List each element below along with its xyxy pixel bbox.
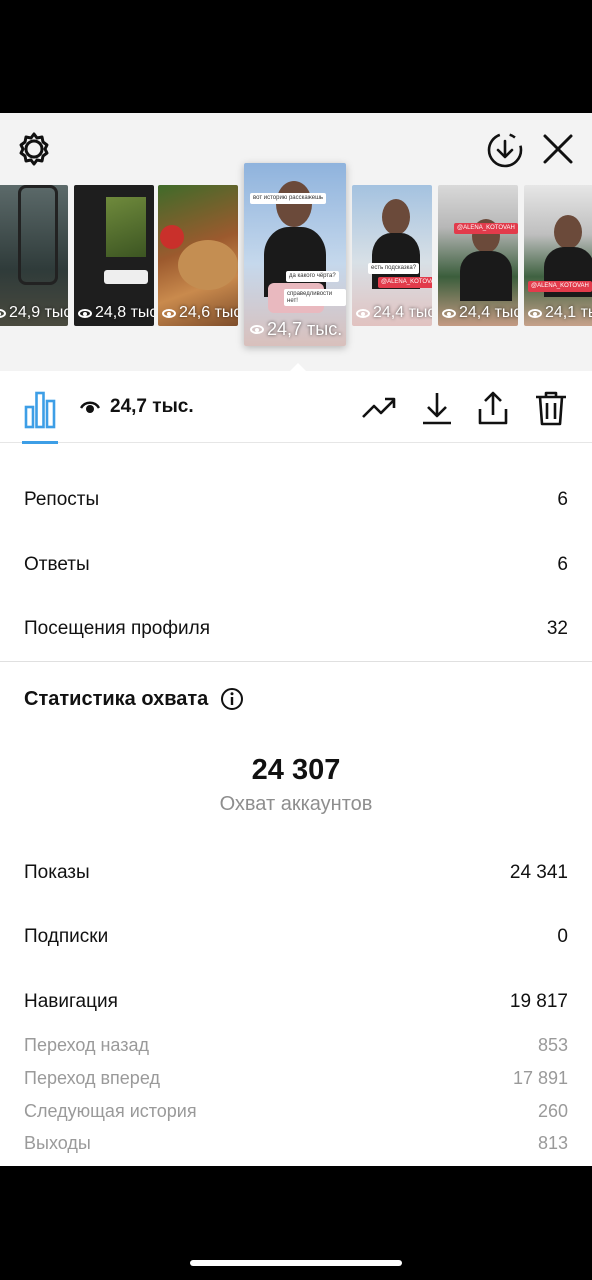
eye-icon: [80, 401, 100, 413]
views-total: 24,7 тыс.: [110, 396, 194, 417]
active-tab-indicator: [22, 441, 58, 444]
story-views: 24,4 тыс.: [442, 304, 518, 322]
story-thumbnails: 24,9 тыс. 24,8 тыс. 24,6 тыс.: [0, 163, 592, 346]
stat-label: Следующая история: [24, 1101, 197, 1121]
stat-value: 260: [537, 1101, 568, 1121]
story-caption: да какого чёрта?: [286, 271, 339, 282]
close-icon: [543, 134, 573, 164]
story-views: 24,4 тыс.: [356, 304, 432, 322]
story-thumbnail[interactable]: 24,6 тыс.: [158, 185, 238, 326]
trash-icon[interactable]: [532, 389, 570, 427]
stat-row-reposts: Репосты 6: [24, 489, 568, 511]
accounts-reached-label: Охват аккаунтов: [219, 793, 373, 815]
stat-value: 6: [557, 554, 568, 575]
active-story-pointer: [286, 363, 310, 375]
stat-label: Переход назад: [24, 1035, 150, 1055]
story-strip: 24,9 тыс. 24,8 тыс. 24,6 тыс.: [0, 113, 592, 375]
stat-value: 32: [546, 618, 568, 639]
stat-label: Показы: [24, 862, 90, 883]
stat-label: Выходы: [24, 1133, 91, 1153]
stat-label: Навигация: [24, 991, 118, 1012]
stat-value: 24 341: [509, 862, 568, 883]
reach-section-title: Статистика охвата: [24, 687, 244, 711]
stat-label: Ответы: [24, 554, 90, 575]
stat-value: 19 817: [509, 991, 568, 1012]
story-caption: есть подсказка?: [368, 263, 420, 274]
stat-value: 813: [537, 1133, 568, 1153]
stat-label: Подписки: [24, 926, 109, 947]
stat-value: 6: [557, 489, 568, 510]
story-caption: вот историю расскажешь: [250, 193, 327, 204]
home-indicator[interactable]: [190, 1260, 402, 1266]
story-thumbnail[interactable]: есть подсказка? @ALENA_KOTOVAH 24,4 тыс.: [352, 185, 432, 326]
story-caption: @ALENA_KOTOVAH: [378, 277, 432, 288]
story-views: 24,8 тыс.: [78, 304, 154, 322]
stat-value: 0: [557, 926, 568, 947]
story-thumbnail-active[interactable]: вот историю расскажешь да какого чёрта? …: [244, 163, 346, 346]
settings-button[interactable]: [14, 129, 54, 169]
gear-icon: [19, 132, 49, 166]
download-icon[interactable]: [418, 389, 456, 427]
story-thumbnail[interactable]: @ALENA_KOTOVAH 24,4 тыс.: [438, 185, 518, 326]
story-views: 24,9 тыс.: [0, 304, 68, 322]
stat-subrow-next-story: Следующая история 260: [24, 1101, 568, 1122]
stat-row-navigation: Навигация 19 817: [24, 991, 568, 1013]
stat-label: Репосты: [24, 489, 100, 510]
section-divider: [0, 661, 592, 662]
stat-row-profile-visits: Посещения профиля 32: [24, 618, 568, 640]
stat-label: Посещения профиля: [24, 618, 210, 639]
insights-toolbar: 24,7 тыс.: [0, 375, 592, 444]
story-insights-screen: 24,9 тыс. 24,8 тыс. 24,6 тыс.: [0, 113, 592, 1166]
stat-label: Переход вперед: [24, 1068, 160, 1088]
bar-chart-icon[interactable]: [22, 389, 58, 429]
story-caption: @ALENA_KOTOVAH: [528, 281, 592, 292]
story-thumbnail[interactable]: 24,9 тыс.: [0, 185, 68, 326]
story-thumbnail[interactable]: 24,8 тыс.: [74, 185, 154, 326]
save-story-button[interactable]: [484, 129, 526, 171]
story-caption: справедливости нет!: [284, 289, 346, 307]
stat-subrow-forward: Переход вперед 17 891: [24, 1068, 568, 1089]
close-button[interactable]: [538, 129, 578, 169]
share-icon[interactable]: [474, 389, 512, 427]
info-icon[interactable]: [220, 687, 244, 711]
stat-row-impressions: Показы 24 341: [24, 862, 568, 884]
stat-row-replies: Ответы 6: [24, 554, 568, 576]
stat-value: 17 891: [512, 1068, 568, 1088]
accounts-reached-value: 24 307: [251, 754, 341, 786]
story-caption: @ALENA_KOTOVAH: [454, 223, 518, 234]
trending-up-icon[interactable]: [360, 389, 398, 427]
story-views: 24,6 тыс.: [162, 304, 238, 322]
stat-subrow-exits: Выходы 813: [24, 1133, 568, 1154]
stat-subrow-back: Переход назад 853: [24, 1035, 568, 1056]
story-views: 24,1 тыс.: [528, 304, 592, 322]
download-circle-icon: [487, 132, 523, 168]
story-thumbnail[interactable]: @ALENA_KOTOVAH 24,1 тыс.: [524, 185, 592, 326]
stat-row-follows: Подписки 0: [24, 926, 568, 948]
story-views: 24,7 тыс.: [250, 319, 342, 340]
stat-value: 853: [537, 1035, 568, 1055]
